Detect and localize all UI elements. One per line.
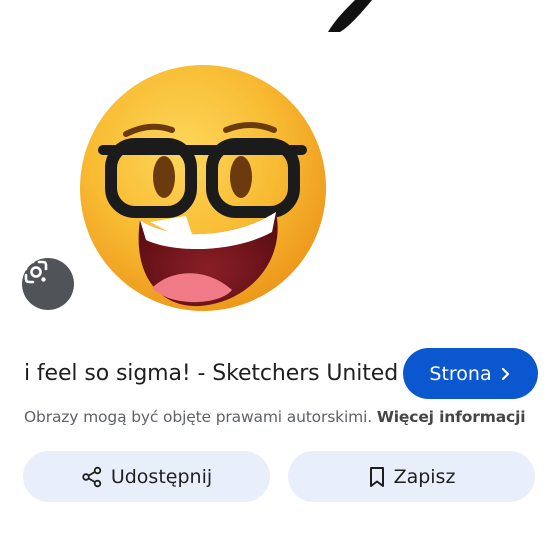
nerd-face-emoji-image (80, 0, 372, 311)
visit-site-button[interactable]: Strona (403, 348, 538, 399)
share-button[interactable]: Udostępnij (23, 451, 270, 502)
image-result-panel: i feel so sigma! - Sketchers United Stro… (0, 0, 560, 560)
copyright-notice: Obrazy mogą być objęte prawami autorskim… (24, 406, 544, 428)
visit-site-label: Strona (429, 362, 492, 385)
share-icon (81, 466, 103, 488)
save-label: Zapisz (393, 465, 456, 488)
copyright-text: Obrazy mogą być objęte prawami autorskim… (24, 408, 373, 426)
bookmark-icon (368, 466, 386, 488)
share-label: Udostępnij (110, 465, 213, 488)
result-image[interactable] (0, 0, 560, 330)
result-title[interactable]: i feel so sigma! - Sketchers United (24, 359, 398, 389)
chevron-right-icon (498, 367, 512, 381)
google-lens-button[interactable] (22, 258, 74, 310)
save-button[interactable]: Zapisz (288, 451, 535, 502)
more-info-link[interactable]: Więcej informacji (377, 408, 526, 426)
